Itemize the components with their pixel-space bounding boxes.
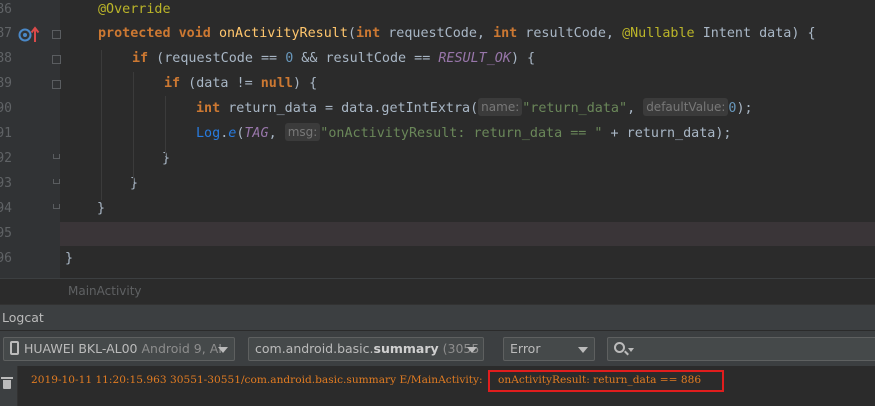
indent-guide — [165, 96, 166, 156]
device-icon — [10, 341, 19, 355]
search-icon[interactable] — [614, 342, 625, 353]
nullable-annotation: @Nullable — [622, 26, 695, 41]
method-name: onActivityResult — [218, 26, 348, 41]
parameter-hint: msg: — [284, 123, 321, 141]
code-text: ) { — [293, 76, 318, 91]
dropdown-caret-icon — [578, 347, 588, 353]
fold-icon[interactable] — [52, 55, 61, 64]
code-text: + return_data); — [602, 126, 732, 141]
constant: TAG — [244, 126, 269, 141]
indent-guide — [101, 50, 102, 200]
keyword: void — [178, 26, 211, 41]
code-text: && resultCode == — [293, 51, 439, 66]
string-literal: "onActivityResult: return_data == " — [320, 126, 603, 141]
override-annotation: @Override — [98, 2, 171, 17]
parameter-hint: name: — [478, 98, 523, 116]
code-text: } — [65, 251, 74, 266]
code-line[interactable]: 88 if (requestCode == 0 && resultCode ==… — [0, 47, 875, 71]
code-text: , — [627, 101, 644, 116]
log-level-value: Error — [510, 341, 541, 356]
line-number: 88 — [0, 51, 12, 66]
code-text: data) { — [751, 26, 816, 41]
code-text: ( — [347, 26, 356, 41]
code-editor[interactable]: 86 @Override 87 protected void onActivit… — [0, 0, 875, 280]
fold-icon[interactable] — [52, 80, 61, 89]
code-line[interactable]: 94 } — [0, 197, 875, 221]
fold-end-icon[interactable] — [53, 204, 60, 209]
device-os: Android 9, AI — [141, 341, 222, 356]
parameter-hint: defaultValue: — [643, 98, 729, 116]
override-method-icon[interactable] — [18, 24, 42, 46]
dropdown-caret-icon — [467, 347, 477, 353]
logcat-title: Logcat — [2, 310, 44, 325]
code-text: (requestCode == — [148, 51, 286, 66]
log-entry-prefix[interactable]: 2019-10-11 11:20:15.963 30551-30551/com.… — [31, 374, 483, 386]
logcat-header: Logcat — [0, 304, 875, 330]
log-level-selector[interactable]: Error — [503, 337, 595, 361]
code-line[interactable]: 91 Log.e(TAG, msg: "onActivityResult: ret… — [0, 122, 875, 146]
code-line[interactable]: 90 int return_data = data.getIntExtra(na… — [0, 97, 875, 121]
line-number: 87 — [0, 26, 12, 41]
keyword: int — [493, 26, 518, 41]
code-text: } — [97, 201, 106, 216]
code-line[interactable]: 87 protected void onActivityResult(int r… — [0, 22, 875, 46]
constant: RESULT_OK — [438, 51, 511, 66]
keyword: protected — [98, 26, 171, 41]
line-number: 96 — [0, 251, 12, 266]
code-text: ) { — [510, 51, 536, 66]
fold-end-icon[interactable] — [53, 154, 60, 159]
logcat-search[interactable] — [607, 337, 875, 361]
search-input[interactable] — [638, 338, 868, 360]
log-entry-message[interactable]: onActivityResult: return_data == 886 — [498, 374, 701, 386]
breadcrumb-class[interactable]: MainActivity — [68, 284, 142, 298]
code-text: resultCode, — [517, 26, 623, 41]
process-package-bold: summary — [373, 341, 439, 356]
code-line[interactable]: 92 } — [0, 147, 875, 171]
logcat-output[interactable]: 2019-10-11 11:20:15.963 30551-30551/com.… — [0, 366, 875, 406]
code-text: } — [162, 151, 171, 166]
dropdown-caret-icon — [218, 347, 228, 353]
code-line[interactable]: 93 } — [0, 172, 875, 196]
code-text: return_data = data.getIntExtra( — [220, 101, 479, 116]
line-number: 90 — [0, 101, 12, 116]
keyword: if — [132, 51, 149, 66]
string-literal: "return_data" — [522, 101, 628, 116]
device-selector[interactable]: HUAWEI BKL-AL00 Android 9, AI — [3, 337, 235, 361]
code-line[interactable]: 89 if (data != null) { — [0, 72, 875, 96]
code-line[interactable]: 86 @Override — [0, 0, 875, 22]
process-package: com.android.basic. — [255, 341, 374, 356]
device-name: HUAWEI BKL-AL00 — [24, 341, 138, 356]
line-number: 92 — [0, 151, 12, 166]
breadcrumb: MainActivity — [0, 278, 875, 304]
code-text: requestCode, — [380, 26, 494, 41]
line-number: 95 — [0, 226, 12, 241]
code-line[interactable]: 96 } — [0, 247, 875, 271]
line-number: 91 — [0, 126, 12, 141]
line-number: 93 — [0, 176, 12, 191]
line-number: 89 — [0, 76, 12, 91]
keyword: if — [164, 76, 181, 91]
code-text: ); — [736, 101, 753, 116]
fold-icon[interactable] — [52, 30, 61, 39]
class-name: Log — [196, 126, 221, 141]
line-number: 94 — [0, 201, 12, 216]
code-text: , — [268, 126, 285, 141]
logcat-side-toolbar — [0, 366, 18, 406]
code-text: } — [130, 176, 139, 191]
line-number: 86 — [0, 2, 12, 17]
indent-guide — [133, 72, 134, 182]
logcat-toolbar: HUAWEI BKL-AL00 Android 9, AI com.androi… — [0, 330, 875, 366]
code-text: (data != — [180, 76, 261, 91]
process-selector[interactable]: com.android.basic.summary (3055 — [248, 337, 484, 361]
type-name: Intent — [702, 26, 752, 41]
current-code-line[interactable]: 95 — [0, 222, 875, 246]
fold-end-icon[interactable] — [53, 179, 60, 184]
keyword: int — [356, 26, 381, 41]
dropdown-caret-icon[interactable] — [628, 348, 634, 352]
keyword: null — [260, 76, 293, 91]
keyword: int — [196, 101, 221, 116]
trash-icon[interactable] — [1, 377, 13, 389]
